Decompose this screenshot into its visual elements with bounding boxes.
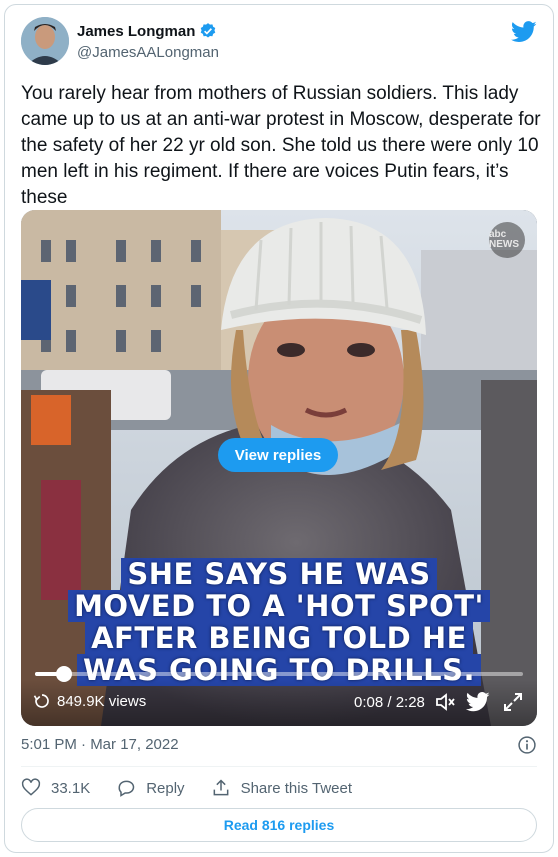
view-count: 849.9K views (57, 692, 147, 710)
author-name[interactable]: James Longman (77, 23, 195, 40)
reply-label: Reply (146, 779, 185, 797)
share-label: Share this Tweet (240, 779, 353, 797)
tweet-text: You rarely hear from mothers of Russian … (21, 83, 541, 208)
video-player[interactable]: abc NEWS View replies SHE SAYS HE WAS MO… (21, 210, 537, 726)
caption-line: AFTER BEING TOLD HE (85, 622, 473, 654)
reply-icon (118, 780, 135, 797)
video-captions: SHE SAYS HE WAS MOVED TO A 'HOT SPOT' AF… (68, 558, 490, 686)
fullscreen-icon[interactable] (501, 690, 525, 714)
read-replies-button[interactable]: Read 816 replies (21, 808, 537, 842)
playback-time: 0:08 / 2:28 (354, 694, 425, 711)
volume-icon[interactable] (434, 690, 458, 714)
heart-icon (21, 778, 41, 796)
repeat-icon[interactable] (33, 692, 51, 710)
twitter-bird-icon[interactable] (511, 21, 537, 43)
tweet-actions: 33.1K Reply Share this Tweet (21, 776, 378, 800)
share-button[interactable]: Share this Tweet (211, 778, 352, 798)
twitter-bird-icon[interactable] (466, 690, 490, 714)
abc-news-watermark: abc NEWS (489, 222, 525, 258)
tweet-card: James Longman @JamesAALongman You rarely… (4, 4, 554, 853)
info-icon[interactable] (517, 735, 537, 755)
tweet-timestamp[interactable]: 5:01 PM · Mar 17, 2022 (21, 736, 179, 753)
caption-line: MOVED TO A 'HOT SPOT' (68, 590, 490, 622)
caption-line: SHE SAYS HE WAS (121, 558, 437, 590)
share-icon (213, 779, 228, 796)
like-count: 33.1K (51, 779, 91, 797)
view-replies-button[interactable]: View replies (218, 438, 338, 472)
verified-badge-icon (199, 22, 217, 40)
video-controls: 849.9K views 0:08 / 2:28 (21, 680, 537, 726)
divider (21, 766, 537, 767)
reply-button[interactable]: Reply (116, 778, 185, 798)
like-button[interactable]: 33.1K (21, 778, 90, 798)
video-progress-bar[interactable] (35, 666, 523, 682)
avatar[interactable] (21, 17, 69, 65)
author-handle[interactable]: @JamesAALongman (77, 44, 219, 61)
